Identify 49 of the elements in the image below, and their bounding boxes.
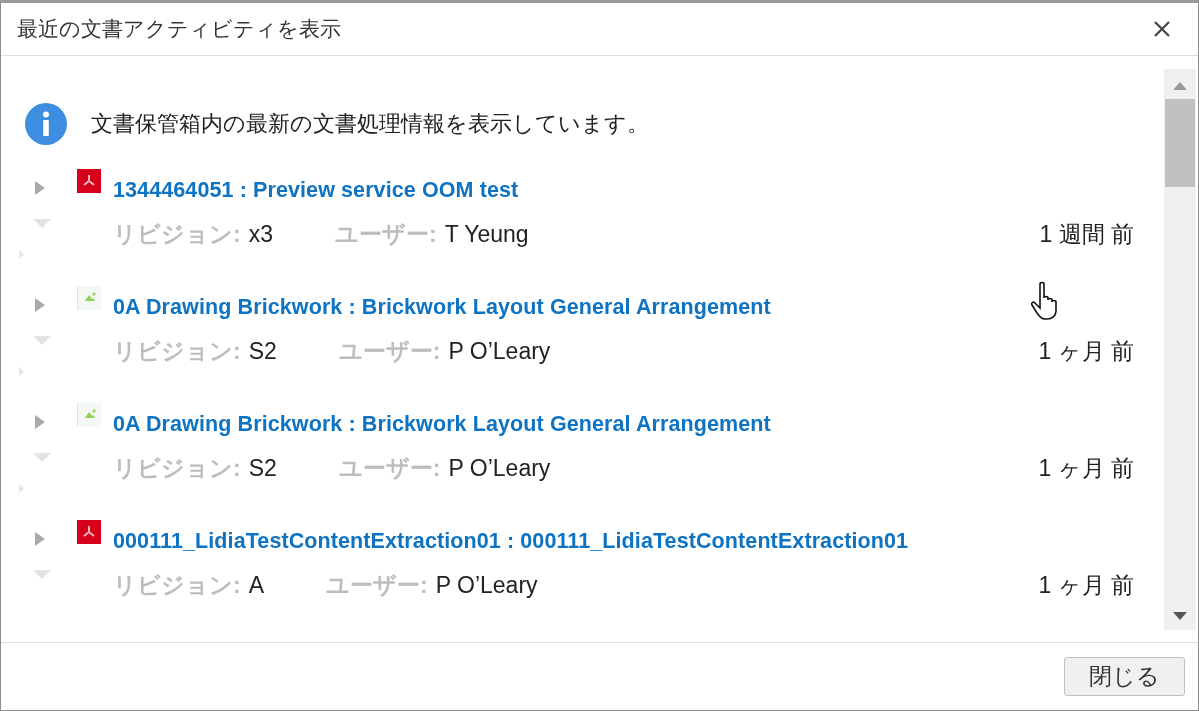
- document-link[interactable]: 0A Drawing Brickwork : Brickwork Layout General Arrangement: [113, 412, 771, 437]
- caret-icon: [33, 336, 51, 345]
- revision-label: リビジョン:: [113, 220, 241, 249]
- info-message: 文書保管箱内の最新の文書処理情報を表示しています。: [91, 110, 649, 138]
- user-name: P O’Leary: [435, 572, 538, 599]
- window-title: 最近の文書アクティビティを表示: [17, 16, 341, 42]
- image-file-icon: [77, 403, 101, 427]
- scroll-up-icon[interactable]: [1173, 82, 1187, 90]
- caret-icon: [19, 484, 24, 493]
- close-icon[interactable]: [1152, 19, 1172, 39]
- expand-icon[interactable]: [35, 298, 45, 312]
- user-name: T Yeung: [444, 221, 529, 248]
- expand-icon[interactable]: [35, 181, 45, 195]
- document-link[interactable]: 1344464051 : Preview service OOM test: [113, 178, 519, 203]
- scroll-thumb[interactable]: [1165, 99, 1195, 187]
- caret-icon: [33, 570, 51, 579]
- revision-value: x3: [248, 221, 273, 248]
- info-icon: [25, 103, 67, 145]
- hand-cursor-icon: [1031, 281, 1059, 321]
- revision-value: S2: [248, 338, 277, 365]
- user-name: P O’Leary: [448, 338, 551, 365]
- caret-icon: [33, 219, 51, 228]
- revision-value: S2: [248, 455, 277, 482]
- scroll-down-icon[interactable]: [1173, 612, 1187, 620]
- pdf-file-icon: [77, 169, 101, 193]
- caret-icon: [19, 367, 24, 376]
- time-ago: 1 ヶ月 前: [1038, 454, 1134, 483]
- image-file-icon: [77, 286, 101, 310]
- revision-value: A: [248, 572, 264, 599]
- pdf-file-icon: [77, 520, 101, 544]
- document-link[interactable]: 000111_LidiaTestContentExtraction01 : 000111_LidiaTestContentExtraction01: [113, 529, 909, 554]
- time-ago: 1 ヶ月 前: [1038, 337, 1134, 366]
- time-ago: 1 ヶ月 前: [1038, 571, 1134, 600]
- expand-icon[interactable]: [35, 415, 45, 429]
- user-label: ユーザー:: [334, 220, 437, 249]
- revision-label: リビジョン:: [113, 571, 241, 600]
- expand-icon[interactable]: [35, 532, 45, 546]
- user-label: ユーザー:: [326, 571, 428, 600]
- user-name: P O’Leary: [448, 455, 551, 482]
- time-ago: 1 週間 前: [1039, 220, 1134, 249]
- document-link[interactable]: 0A Drawing Brickwork : Brickwork Layout General Arrangement: [113, 295, 771, 320]
- user-label: ユーザー:: [338, 337, 441, 366]
- user-label: ユーザー:: [338, 454, 441, 483]
- revision-label: リビジョン:: [113, 454, 241, 483]
- caret-icon: [33, 453, 51, 462]
- scrollbar[interactable]: [1164, 69, 1196, 630]
- caret-icon: [19, 250, 24, 259]
- close-button[interactable]: 閉じる: [1064, 657, 1185, 696]
- revision-label: リビジョン:: [113, 337, 241, 366]
